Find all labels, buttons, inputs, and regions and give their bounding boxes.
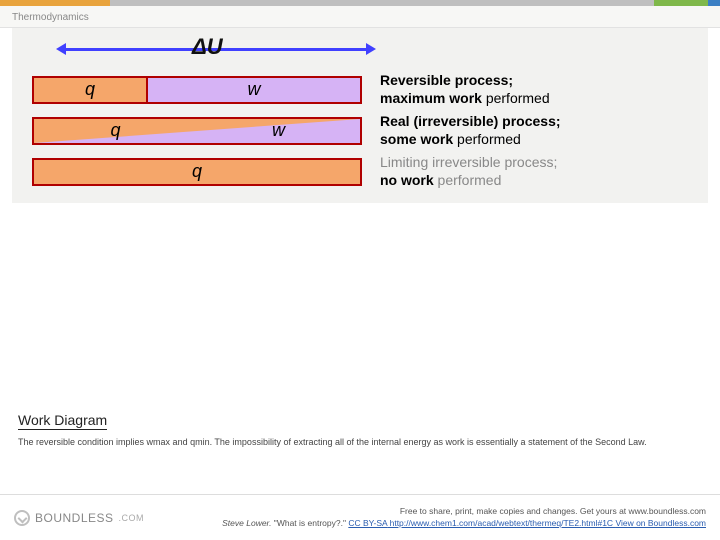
footer-tagline: Free to share, print, make copies and ch… [222,506,706,518]
logo-text: BOUNDLESS [35,511,114,525]
footer: BOUNDLESS .COM Free to share, print, make… [0,494,720,540]
desc-limiting: Limiting irreversible process; no work p… [380,154,688,189]
delta-u-row: ΔU [32,32,688,66]
source-url-link[interactable]: http://www.chem1.com/acad/webtext/therme… [387,518,615,528]
breadcrumb: Thermodynamics [0,6,720,28]
work-diagram: ΔU q w Reversible process; maximum work … [12,28,708,203]
delta-u-label: ΔU [192,34,223,60]
heat-segment: q [34,160,360,184]
process-row-real: q w Real (irreversible) process; some wo… [32,113,688,148]
heat-segment: q [34,119,197,143]
work-segment: w [148,78,360,102]
logo-mark-icon [14,510,30,526]
footer-attribution: Free to share, print, make copies and ch… [222,506,706,530]
desc-real: Real (irreversible) process; some work p… [380,113,688,148]
boundless-logo: BOUNDLESS .COM [14,510,144,526]
view-on-boundless-link[interactable]: View on Boundless.com [615,518,706,528]
desc-reversible: Reversible process; maximum work perform… [380,72,688,107]
caption: Work Diagram The reversible condition im… [18,412,702,448]
footer-source: Steve Lower. "What is entropy?." CC BY-S… [222,518,706,530]
logo-domain: .COM [119,513,145,523]
process-row-reversible: q w Reversible process; maximum work per… [32,72,688,107]
work-segment: w [197,119,360,143]
caption-title: Work Diagram [18,412,107,430]
process-row-limiting: q Limiting irreversible process; no work… [32,154,688,189]
bar-reversible: q w [32,76,362,104]
bar-limiting: q [32,158,362,186]
bar-real: q w [32,117,362,145]
brand-color-bar [0,0,720,6]
license-link[interactable]: CC BY-SA [348,518,387,528]
heat-segment: q [34,78,148,102]
caption-text: The reversible condition implies wmax an… [18,436,702,448]
